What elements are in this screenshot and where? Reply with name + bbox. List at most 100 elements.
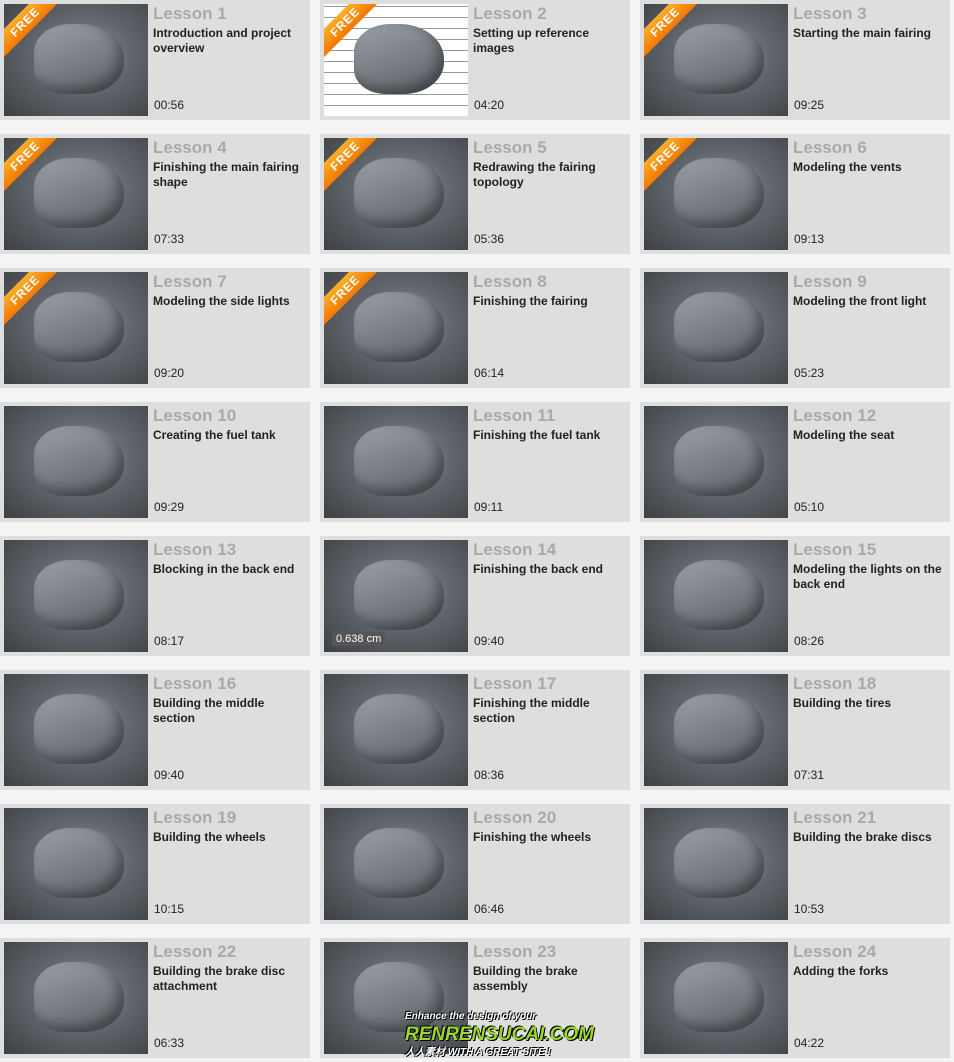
model-preview — [674, 24, 764, 94]
lesson-thumbnail[interactable]: FREE — [4, 272, 148, 384]
lesson-description: Blocking in the back end — [153, 562, 295, 576]
model-preview — [354, 426, 444, 496]
lesson-description: Finishing the fuel tank — [473, 428, 601, 442]
model-preview — [674, 158, 764, 228]
lesson-description: Creating the fuel tank — [153, 428, 276, 442]
lesson-title[interactable]: Lesson 2 — [473, 4, 547, 24]
lesson-card[interactable]: FREE Lesson 7 Modeling the side lights 09:… — [0, 268, 310, 388]
lesson-card[interactable]: Lesson 24 Adding the forks 04:22 — [640, 938, 950, 1058]
lesson-card[interactable]: Lesson 22 Building the brake disc attach… — [0, 938, 310, 1058]
lesson-card[interactable]: FREE Lesson 8 Finishing the fairing 06:14 — [320, 268, 630, 388]
model-preview — [674, 694, 764, 764]
lesson-duration: 05:23 — [794, 366, 825, 380]
lesson-duration: 05:10 — [794, 500, 825, 514]
lesson-thumbnail[interactable] — [324, 406, 468, 518]
model-preview — [34, 694, 124, 764]
lesson-card[interactable]: FREE Lesson 4 Finishing the main fairing … — [0, 134, 310, 254]
lesson-thumbnail[interactable] — [4, 674, 148, 786]
lesson-thumbnail[interactable] — [644, 674, 788, 786]
lesson-title[interactable]: Lesson 7 — [153, 272, 227, 292]
lesson-title[interactable]: Lesson 20 — [473, 808, 556, 828]
lesson-title[interactable]: Lesson 8 — [473, 272, 547, 292]
lesson-title[interactable]: Lesson 9 — [793, 272, 867, 292]
lesson-title[interactable]: Lesson 3 — [793, 4, 867, 24]
lesson-thumbnail[interactable] — [4, 942, 148, 1054]
watermark-logo: Enhance the design of your RENRENSUCAI.C… — [405, 1008, 594, 1062]
lesson-duration: 09:13 — [794, 232, 825, 246]
lesson-thumbnail[interactable] — [644, 540, 788, 652]
lesson-card[interactable]: Lesson 19 Building the wheels 10:15 — [0, 804, 310, 924]
lesson-description: Modeling the front light — [793, 294, 927, 308]
lesson-thumbnail[interactable] — [4, 406, 148, 518]
lesson-card[interactable]: 0.638 cm Lesson 14 Finishing the back end… — [320, 536, 630, 656]
lesson-thumbnail[interactable] — [4, 808, 148, 920]
lesson-thumbnail[interactable] — [644, 406, 788, 518]
lesson-duration: 07:33 — [154, 232, 185, 246]
lesson-card[interactable]: FREE Lesson 5 Redrawing the fairing topol… — [320, 134, 630, 254]
lesson-thumbnail[interactable]: FREE — [644, 138, 788, 250]
lesson-thumbnail[interactable]: FREE — [324, 4, 468, 116]
lesson-card[interactable]: Lesson 10 Creating the fuel tank 09:29 — [0, 402, 310, 522]
lesson-title[interactable]: Lesson 11 — [473, 406, 555, 426]
lesson-thumbnail[interactable]: FREE — [644, 4, 788, 116]
lesson-card[interactable]: Lesson 12 Modeling the seat 05:10 — [640, 402, 950, 522]
lesson-title[interactable]: Lesson 5 — [473, 138, 547, 158]
lesson-thumbnail[interactable]: FREE — [4, 4, 148, 116]
lesson-thumbnail[interactable]: 0.638 cm — [324, 540, 468, 652]
lesson-card[interactable]: Lesson 16 Building the middle section 09:… — [0, 670, 310, 790]
lesson-duration: 09:11 — [474, 500, 504, 514]
lesson-duration: 09:40 — [154, 768, 185, 782]
lesson-thumbnail[interactable] — [324, 674, 468, 786]
lesson-thumbnail[interactable] — [644, 272, 788, 384]
lesson-grid: FREE Lesson 1 Introduction and project ov… — [0, 0, 950, 1058]
lesson-card[interactable]: Lesson 18 Building the tires 07:31 — [640, 670, 950, 790]
lesson-title[interactable]: Lesson 14 — [473, 540, 556, 560]
lesson-title[interactable]: Lesson 10 — [153, 406, 236, 426]
lesson-title[interactable]: Lesson 13 — [153, 540, 236, 560]
lesson-description: Redrawing the fairing topology — [473, 160, 596, 189]
lesson-duration: 05:36 — [474, 232, 505, 246]
lesson-description: Building the wheels — [153, 830, 266, 844]
lesson-title[interactable]: Lesson 17 — [473, 674, 556, 694]
model-preview — [354, 158, 444, 228]
lesson-title[interactable]: Lesson 21 — [793, 808, 876, 828]
lesson-thumbnail[interactable]: FREE — [324, 138, 468, 250]
lesson-description: Adding the forks — [793, 964, 889, 978]
lesson-title[interactable]: Lesson 15 — [793, 540, 876, 560]
lesson-title[interactable]: Lesson 1 — [153, 4, 227, 24]
lesson-title[interactable]: Lesson 19 — [153, 808, 236, 828]
lesson-card[interactable]: Lesson 20 Finishing the wheels 06:46 — [320, 804, 630, 924]
model-preview — [34, 24, 124, 94]
lesson-card[interactable]: Lesson 11 Finishing the fuel tank 09:11 — [320, 402, 630, 522]
lesson-title[interactable]: Lesson 6 — [793, 138, 867, 158]
lesson-card[interactable]: FREE Lesson 2 Setting up reference images… — [320, 0, 630, 120]
lesson-thumbnail[interactable] — [4, 540, 148, 652]
lesson-card[interactable]: Lesson 9 Modeling the front light 05:23 — [640, 268, 950, 388]
model-preview — [674, 962, 764, 1032]
lesson-title[interactable]: Lesson 16 — [153, 674, 236, 694]
lesson-card[interactable]: FREE Lesson 3 Starting the main fairing 09… — [640, 0, 950, 120]
model-preview — [354, 560, 444, 630]
lesson-card[interactable]: FREE Lesson 6 Modeling the vents 09:13 — [640, 134, 950, 254]
lesson-title[interactable]: Lesson 12 — [793, 406, 876, 426]
lesson-card[interactable]: FREE Lesson 1 Introduction and project ov… — [0, 0, 310, 120]
lesson-title[interactable]: Lesson 23 — [473, 942, 556, 962]
lesson-title[interactable]: Lesson 22 — [153, 942, 236, 962]
lesson-thumbnail[interactable] — [644, 942, 788, 1054]
lesson-thumbnail[interactable]: FREE — [4, 138, 148, 250]
lesson-description: Introduction and project overview — [153, 26, 291, 55]
lesson-thumbnail[interactable] — [324, 808, 468, 920]
lesson-thumbnail[interactable] — [644, 808, 788, 920]
lesson-title[interactable]: Lesson 4 — [153, 138, 227, 158]
lesson-card[interactable]: Lesson 17 Finishing the middle section 08… — [320, 670, 630, 790]
lesson-duration: 04:20 — [474, 98, 505, 112]
lesson-thumbnail[interactable]: FREE — [324, 272, 468, 384]
lesson-duration: 10:15 — [154, 902, 185, 916]
lesson-duration: 09:20 — [154, 366, 185, 380]
lesson-description: Finishing the fairing — [473, 294, 588, 308]
lesson-card[interactable]: Lesson 21 Building the brake discs 10:53 — [640, 804, 950, 924]
lesson-card[interactable]: Lesson 13 Blocking in the back end 08:17 — [0, 536, 310, 656]
lesson-card[interactable]: Lesson 15 Modeling the lights on the bac… — [640, 536, 950, 656]
lesson-title[interactable]: Lesson 18 — [793, 674, 876, 694]
lesson-title[interactable]: Lesson 24 — [793, 942, 876, 962]
